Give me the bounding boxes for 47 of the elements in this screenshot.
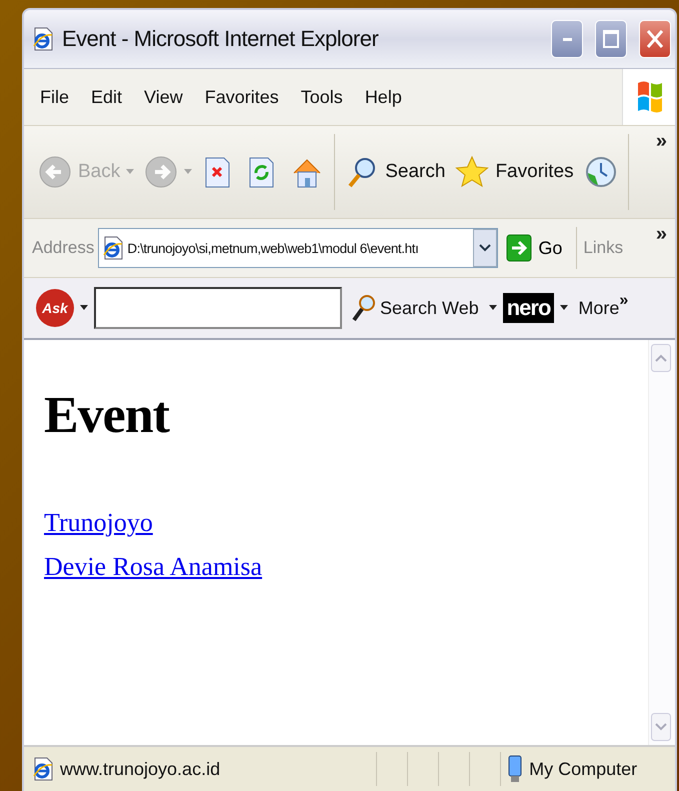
ask-logo[interactable]: Ask [36, 289, 74, 327]
clock-icon [584, 155, 618, 189]
links-overflow-chevron[interactable]: » [656, 223, 669, 246]
address-field[interactable]: D:\trunojoyo\si,metnum,web\web1\modul 6\event.htı [98, 228, 498, 268]
maximize-button[interactable] [595, 20, 627, 58]
menu-item[interactable]: File [40, 86, 70, 108]
dropdown-caret-icon [184, 169, 192, 175]
zone-text: My Computer [529, 758, 638, 780]
scroll-up-icon [651, 344, 671, 372]
menu-item[interactable]: Tools [300, 86, 343, 108]
page-link[interactable]: Trunojoyo [44, 501, 153, 545]
search-button[interactable]: Search [343, 153, 448, 191]
page-icon [32, 756, 54, 782]
dropdown-caret-icon [126, 169, 134, 175]
window-title: Event - Microsoft Internet Explorer [62, 26, 378, 52]
menu-item[interactable]: Edit [91, 86, 122, 108]
minimize-button[interactable] [551, 20, 583, 58]
toolbar-overflow-chevron[interactable]: » [656, 130, 669, 153]
page-icon [32, 26, 54, 52]
page-icon [102, 235, 124, 261]
more-button[interactable]: More» [574, 298, 628, 318]
close-icon [646, 29, 664, 49]
go-button[interactable]: Go [502, 234, 570, 262]
address-label: Address [32, 238, 94, 258]
vertical-scrollbar[interactable] [648, 340, 675, 745]
minimize-icon [562, 38, 572, 40]
search-icon [352, 294, 376, 322]
menu-item[interactable]: Favorites [204, 86, 279, 108]
computer-icon [507, 755, 524, 783]
scroll-down-icon [651, 713, 671, 741]
nero-logo[interactable]: nero [502, 293, 554, 323]
status-text: www.trunojoyo.ac.id [60, 758, 220, 780]
menu-item[interactable]: View [144, 86, 183, 108]
page-heading: Event [44, 386, 169, 445]
dropdown-caret-icon [488, 305, 497, 311]
close-button[interactable] [639, 20, 671, 58]
star-icon [455, 155, 490, 189]
dropdown-button[interactable] [473, 229, 498, 267]
search-field[interactable] [94, 287, 342, 329]
dropdown-caret-icon [560, 305, 568, 311]
page-link[interactable]: Devie Rosa Anamisa [44, 545, 262, 589]
favorites-button[interactable]: Favorites [453, 153, 576, 191]
maximize-icon [603, 30, 619, 48]
chevron-down-icon [479, 244, 492, 252]
search-web-button[interactable]: Search Web [348, 294, 483, 322]
dropdown-caret-icon [80, 305, 88, 311]
menu-item[interactable]: Help [364, 86, 402, 108]
